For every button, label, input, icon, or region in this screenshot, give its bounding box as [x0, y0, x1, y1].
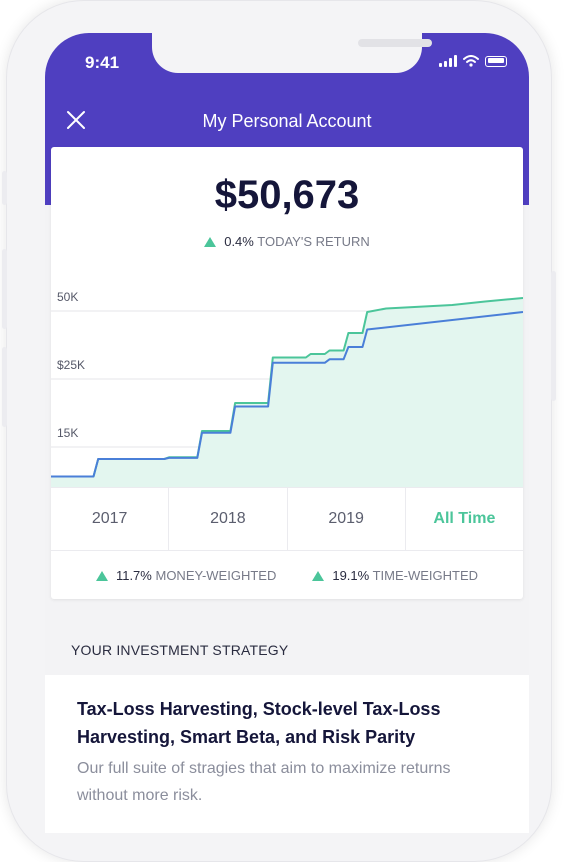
- money-weighted-value: 11.7%: [115, 567, 152, 583]
- power-button: [551, 271, 556, 401]
- period-2019[interactable]: 2019: [288, 488, 406, 550]
- strategy-title: Tax-Loss Harvesting, Stock-level Tax-Los…: [77, 699, 441, 747]
- screen: 9:41 My Personal Account $50,673 0.4% TO…: [45, 33, 529, 833]
- weighted-returns: 11.7% MONEY-WEIGHTED 19.1% TIME-WEIGHTED: [51, 551, 523, 599]
- y-tick-label: 50K: [57, 290, 78, 304]
- signal-icon: [439, 55, 457, 67]
- up-arrow-icon: [312, 570, 325, 581]
- y-tick-label: $25K: [57, 358, 85, 372]
- time-weighted-label: TIME-WEIGHTED: [372, 567, 479, 583]
- performance-chart[interactable]: 50K $25K 15K: [51, 267, 523, 487]
- period-2018[interactable]: 2018: [169, 488, 288, 550]
- period-selector: 2017 2018 2019 All Time: [51, 487, 523, 551]
- up-arrow-icon: [204, 237, 217, 247]
- wifi-icon: [463, 55, 479, 67]
- speaker-grille: [358, 39, 432, 47]
- up-arrow-icon: [95, 570, 108, 581]
- mute-switch: [2, 171, 7, 205]
- strategy-card[interactable]: Tax-Loss Harvesting, Stock-level Tax-Los…: [45, 675, 529, 833]
- phone-frame: 9:41 My Personal Account $50,673 0.4% TO…: [2, 0, 556, 862]
- phone-notch: [152, 33, 432, 73]
- money-weighted-label: MONEY-WEIGHTED: [155, 567, 277, 583]
- strategy-section-label: YOUR INVESTMENT STRATEGY: [71, 642, 289, 658]
- period-2017[interactable]: 2017: [51, 488, 170, 550]
- strategy-description: Our full suite of stragies that aim to m…: [77, 760, 451, 804]
- battery-icon: [485, 55, 507, 67]
- account-balance: $50,673: [214, 173, 360, 217]
- y-tick-label: 15K: [57, 426, 78, 440]
- performance-card: $50,673 0.4% TODAY'S RETURN 50K $25K 15K 2…: [51, 147, 523, 599]
- volume-up-button: [2, 249, 7, 329]
- volume-down-button: [2, 347, 7, 427]
- status-time: 9:41: [85, 53, 120, 72]
- todays-return-value: 0.4%: [224, 234, 254, 249]
- page-title: My Personal Account: [202, 111, 372, 131]
- time-weighted-value: 19.1%: [332, 567, 370, 583]
- status-icons: [439, 55, 507, 67]
- money-weighted-return: 11.7% MONEY-WEIGHTED: [95, 567, 277, 583]
- todays-return-label: TODAY'S RETURN: [257, 234, 370, 249]
- todays-return: 0.4% TODAY'S RETURN: [51, 234, 523, 249]
- period-all-time[interactable]: All Time: [406, 488, 523, 550]
- time-weighted-return: 19.1% TIME-WEIGHTED: [312, 568, 478, 583]
